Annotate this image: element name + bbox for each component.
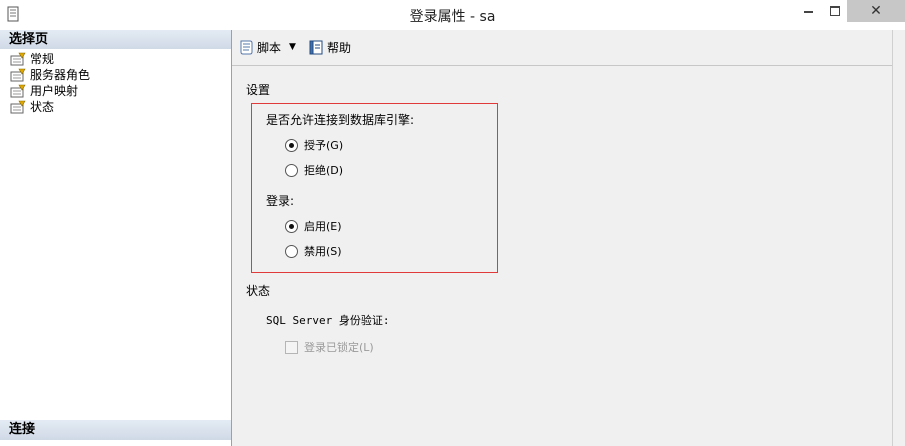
page-item-user-mapping[interactable]: 用户映射 [10, 83, 231, 99]
enable-radio[interactable]: 启用(E) [285, 218, 342, 234]
script-button[interactable]: 脚本 ▼ [238, 38, 296, 56]
disable-radio[interactable]: 禁用(S) [285, 243, 342, 259]
login-locked-label: 登录已锁定(L) [304, 341, 374, 354]
minimize-icon [804, 11, 813, 13]
grant-label: 授予(G) [304, 139, 344, 152]
login-locked-checkbox[interactable]: 登录已锁定(L) [285, 339, 374, 355]
page-item-status[interactable]: 状态 [10, 99, 231, 115]
page-icon [10, 52, 26, 66]
login-label: 登录: [266, 194, 295, 208]
select-page-header: 选择页 [0, 30, 231, 49]
minimize-button[interactable] [793, 0, 823, 22]
page-item-label: 用户映射 [30, 84, 79, 98]
page-icon [10, 100, 26, 114]
right-edge [892, 30, 905, 446]
radio-unselected-icon [285, 244, 298, 258]
page-item-label: 服务器角色 [30, 68, 91, 82]
page-item-label: 常规 [30, 52, 55, 66]
db-engine-permission-label: 是否允许连接到数据库引擎: [266, 113, 415, 127]
toolbar: 脚本 ▼ 帮助 [232, 30, 892, 66]
settings-section-title: 设置 [246, 83, 271, 97]
page-item-general[interactable]: 常规 [10, 51, 231, 67]
close-button[interactable]: ✕ [847, 0, 905, 22]
grant-radio[interactable]: 授予(G) [285, 137, 343, 153]
select-page-pane: 选择页 常规 服务器角色 用户映射 状态 连接 [0, 30, 232, 446]
script-icon [240, 40, 253, 55]
script-label: 脚本 [257, 40, 282, 55]
chevron-down-icon[interactable]: ▼ [289, 42, 296, 52]
sql-auth-label: SQL Server 身份验证: [266, 314, 390, 327]
maximize-button[interactable] [820, 0, 850, 22]
page-item-server-roles[interactable]: 服务器角色 [10, 67, 231, 83]
page-icon [10, 68, 26, 82]
help-button[interactable]: 帮助 [308, 38, 351, 56]
page-item-label: 状态 [30, 100, 55, 114]
connection-header: 连接 [0, 420, 231, 440]
title-bar: 登录属性 - sa ✕ [0, 0, 905, 30]
help-icon [309, 40, 323, 55]
help-label: 帮助 [327, 40, 352, 55]
checkbox-icon [285, 340, 298, 354]
radio-selected-icon [285, 219, 298, 233]
status-section-title: 状态 [246, 284, 271, 298]
window-title: 登录属性 - sa [409, 9, 496, 25]
radio-unselected-icon [285, 163, 298, 177]
page-list: 常规 服务器角色 用户映射 状态 [0, 49, 231, 115]
enable-label: 启用(E) [304, 220, 342, 233]
close-icon: ✕ [870, 3, 882, 19]
radio-selected-icon [285, 138, 298, 152]
page-icon [10, 84, 26, 98]
deny-label: 拒绝(D) [304, 164, 344, 177]
disable-label: 禁用(S) [304, 245, 342, 258]
deny-radio[interactable]: 拒绝(D) [285, 162, 343, 178]
maximize-icon [830, 6, 840, 16]
